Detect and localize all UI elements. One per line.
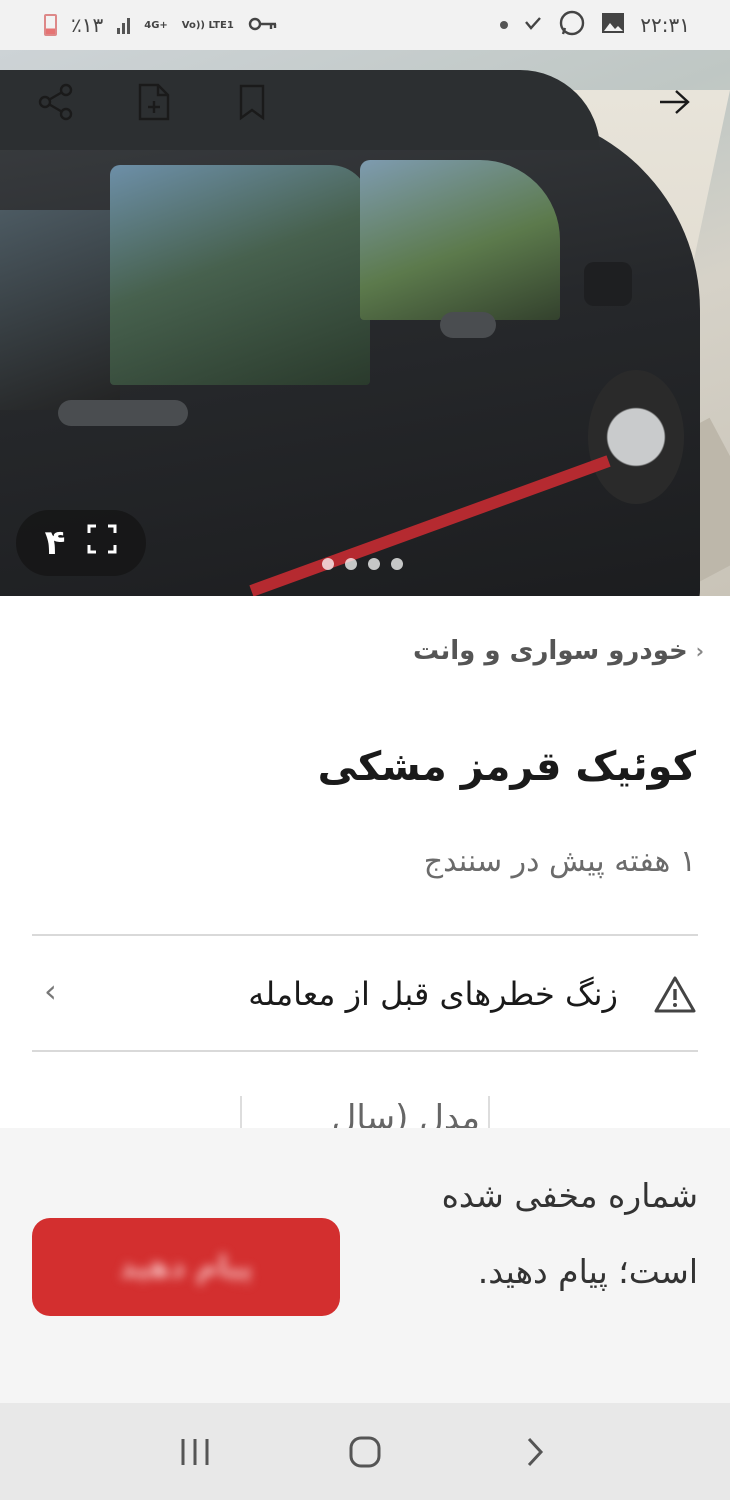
photo-car-wheel [588,370,684,504]
back-arrow-icon[interactable] [652,80,696,124]
chevron-right-icon [527,1437,544,1466]
photo-car-handle [58,400,188,426]
photo-car-back-window [110,165,370,385]
battery-icon [44,14,57,36]
vpn-key-icon [248,13,278,37]
chevron-left-icon: ‹ [44,972,57,1010]
signal-icon [117,16,131,34]
home-button[interactable] [335,1422,395,1482]
network-lte: Vo)) LTE1 [181,19,234,31]
notification-dot-icon [500,21,509,29]
photo-count: ۴ [44,523,66,563]
share-icon[interactable] [34,80,78,124]
photo-page-indicator [322,558,403,570]
chat-button-label: پیام دهید [119,1249,253,1285]
clock-time: ۲۲:۳۱ [640,13,690,37]
status-bar: ٪۱۳ 4G+ Vo)) LTE1 ۲۲:۳۱ [0,0,730,50]
add-note-icon[interactable] [132,80,176,124]
page-dot [368,558,380,570]
listing-details: ‹ خودرو سواری و وانت کوئیک قرمز مشکی ۱ ه… [0,596,730,1136]
breadcrumb-category[interactable]: خودرو سواری و وانت [413,636,688,666]
photo-car-handle [440,312,496,338]
photo-car-rear-window [0,210,120,410]
scam-warning-label: زنگ خطرهای قبل از معامله [248,975,618,1013]
whatsapp-icon [558,9,586,42]
breadcrumb[interactable]: ‹ خودرو سواری و وانت [413,636,704,666]
home-icon [349,1436,381,1467]
status-right: ۲۲:۳۱ [500,9,690,42]
status-left: ٪۱۳ 4G+ Vo)) LTE1 [44,13,278,37]
photo-car-front-window [360,160,560,320]
page-dot [391,558,403,570]
warning-icon [652,971,698,1017]
listing-photo[interactable]: ۴ [0,50,730,596]
fullscreen-icon [87,523,117,563]
listing-time-location: ۱ هفته پیش در سنندج [423,844,696,879]
check-icon [522,13,544,37]
battery-percent: ٪۱۳ [71,13,104,37]
hidden-number-message: شماره مخفی شده است؛ پیام دهید. [441,1176,698,1291]
photo-toolbar [0,50,730,160]
page-dot [322,558,334,570]
recent-apps-icon [181,1438,209,1465]
scam-warning-row[interactable]: زنگ خطرهای قبل از معامله ‹ [32,936,698,1052]
photo-car-mirror [584,262,632,306]
listing-title: کوئیک قرمز مشکی [317,744,696,790]
network-4g: 4G+ [144,19,168,31]
contact-panel: شماره مخفی شده است؛ پیام دهید. پیام دهید [0,1128,730,1403]
divider [32,1050,698,1052]
chat-button[interactable]: پیام دهید [32,1218,340,1316]
gallery-icon [600,11,626,40]
recent-apps-button[interactable] [165,1422,225,1482]
back-button[interactable] [505,1422,565,1482]
bookmark-icon[interactable] [230,80,274,124]
chevron-left-icon: ‹ [695,639,704,663]
page-dot [345,558,357,570]
system-nav-bar [0,1403,730,1500]
photo-count-button[interactable]: ۴ [16,510,146,576]
